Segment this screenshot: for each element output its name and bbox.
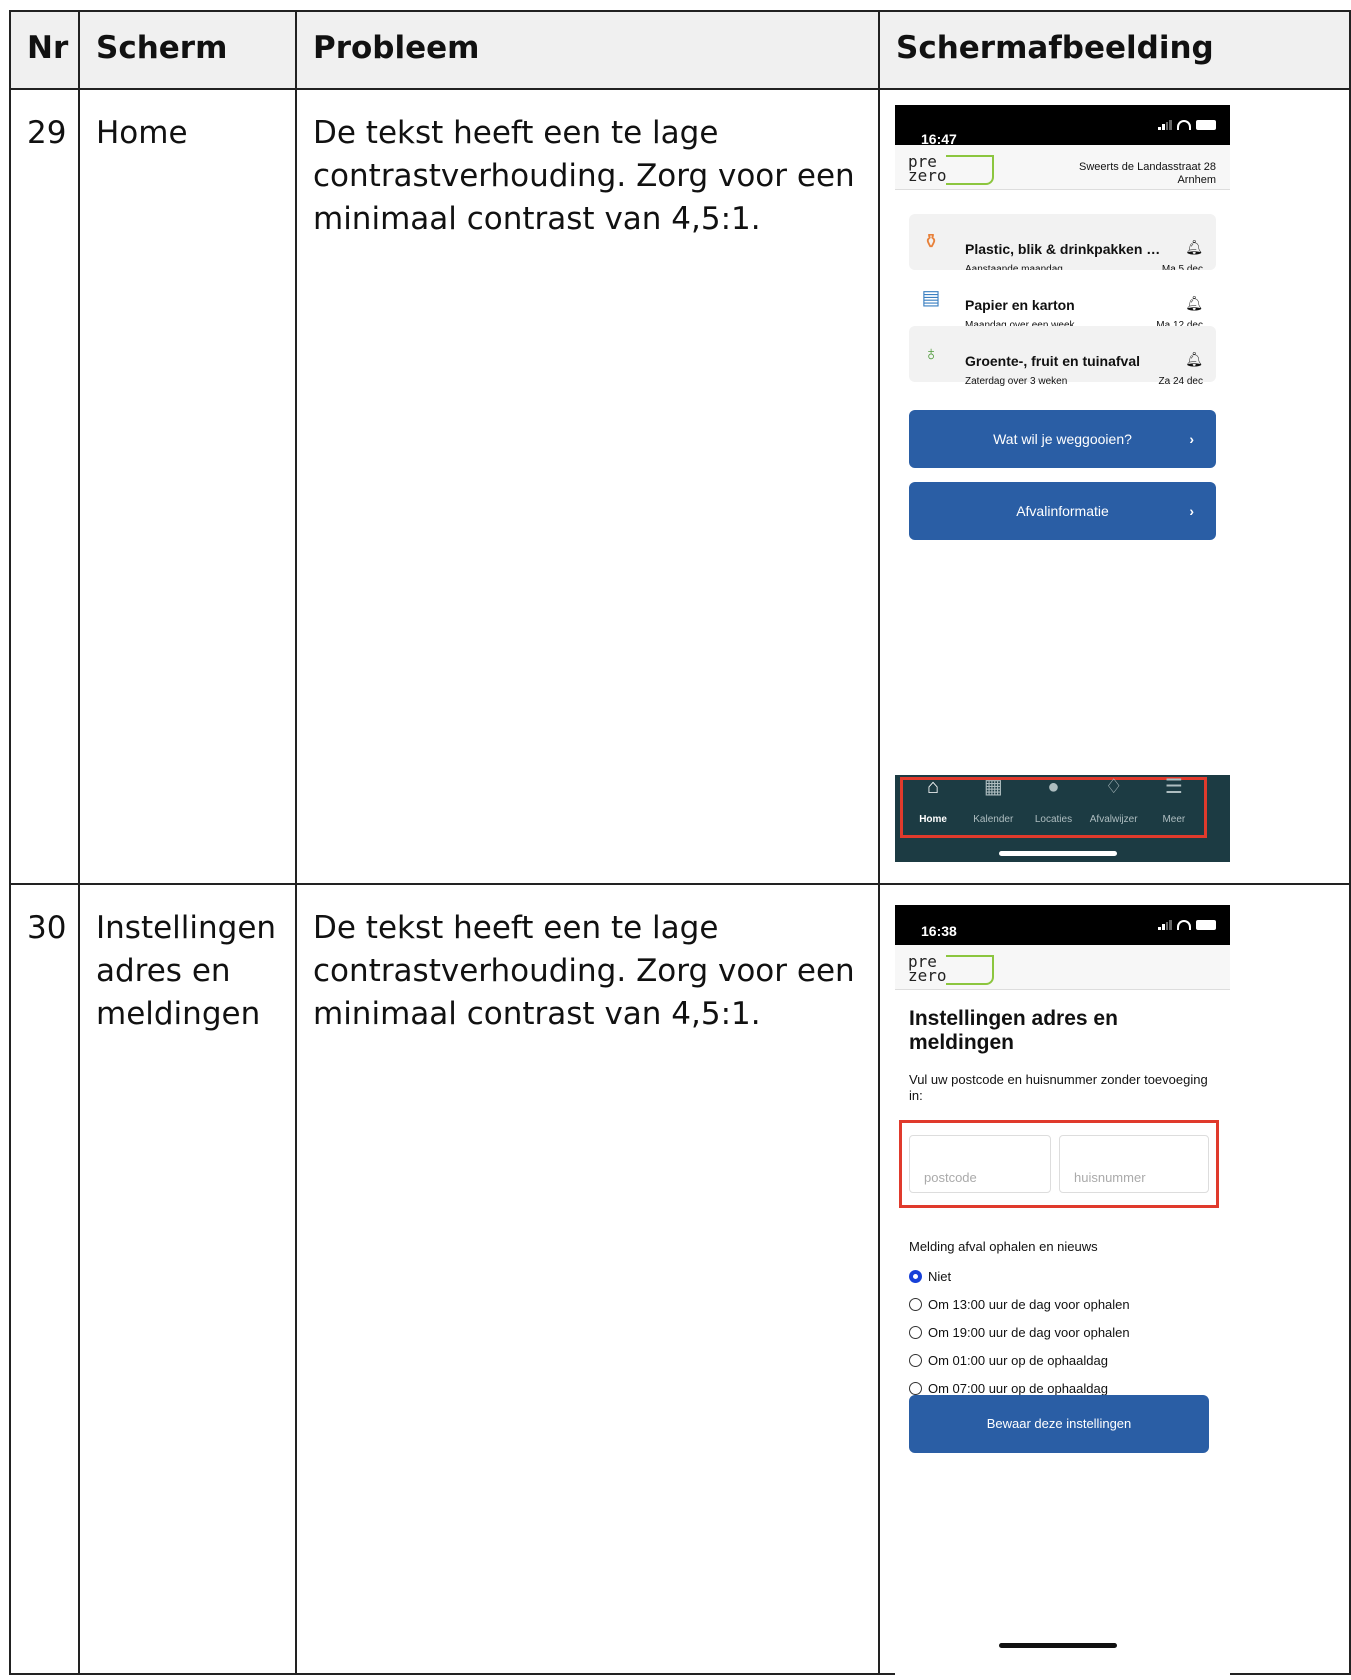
header-row: Nr Scherm Probleem Schermafbeelding [9, 10, 1351, 90]
radio-unselected [909, 1354, 922, 1367]
postcode-input[interactable]: postcode [909, 1135, 1051, 1193]
wifi-icon [1177, 920, 1191, 930]
calendar-icon: ▦ [983, 776, 1003, 798]
table-row: 30 Instellingen adres en meldingen De te… [9, 883, 1351, 1675]
signal-icon [1158, 120, 1172, 130]
save-button[interactable]: Bewaar deze instellingen [909, 1395, 1209, 1453]
radio-unselected [909, 1326, 922, 1339]
settings-screenshot: 16:38 ◂ App Store prezero Instellingen a… [895, 905, 1230, 1675]
card-subtitle: Zaterdag over 3 weken [965, 376, 1068, 387]
tab-locaties[interactable]: ● Locaties [1025, 776, 1081, 841]
home-screenshot: 16:47 pre zero Sweerts de Landasstraat 28… [895, 105, 1230, 862]
table-row: 29 Home De tekst heeft een te lage contr… [9, 88, 1351, 885]
issues-table: Nr Scherm Probleem Schermafbeelding 29 H… [9, 10, 1351, 1675]
tab-home[interactable]: ⌂ Home [905, 776, 961, 841]
home-indicator [999, 1643, 1117, 1648]
row-screenshot: 16:47 pre zero Sweerts de Landasstraat 28… [878, 88, 1351, 885]
header-nr: Nr [9, 10, 80, 90]
apple-core-icon: ♁ [923, 343, 939, 365]
row-scherm: Home [78, 88, 297, 885]
header-scherm: Scherm [78, 10, 297, 90]
contrast-highlight: ⌂ Home ▦ Kalender ● Locaties ♢ Afvalwijzer ☰… [900, 776, 1207, 841]
chevron-right-icon: › [1189, 431, 1194, 447]
row-nr: 29 [9, 88, 80, 885]
address: Sweerts de Landasstraat 28 Arnhem [1079, 161, 1216, 186]
row-probleem: De tekst heeft een te lage contrastverho… [295, 883, 880, 1675]
status-bar: 16:38 ◂ App Store [895, 905, 1230, 955]
battery-icon [1196, 120, 1216, 130]
prezero-logo: pre zero [908, 954, 994, 985]
radio-unselected [909, 1298, 922, 1311]
page-title: Instellingen adres en meldingen [909, 1007, 1118, 1054]
lightbulb-icon: ♢ [1104, 776, 1123, 798]
battery-icon [1196, 920, 1216, 930]
signal-icon [1158, 920, 1172, 930]
row-screenshot: 16:38 ◂ App Store prezero Instellingen a… [878, 883, 1351, 1675]
status-bar: 16:47 [895, 105, 1230, 147]
pickup-card[interactable]: ♁ Groente-, fruit en tuinafval Zaterdag … [909, 326, 1216, 387]
radio-unselected [909, 1382, 922, 1395]
weggooien-button[interactable]: Wat wil je weggooien? › [909, 410, 1216, 468]
plastic-bottles-icon: ⚱ [922, 231, 940, 253]
home-icon: ⌂ [927, 776, 940, 798]
row-scherm: Instellingen adres en meldingen [78, 883, 297, 1675]
paper-box-icon: ▤ [921, 287, 941, 309]
home-indicator [999, 851, 1117, 856]
header-probleem: Probleem [295, 10, 880, 90]
row-probleem: De tekst heeft een te lage contrastverho… [295, 88, 880, 885]
intro-text: Vul uw postcode en huisnummer zonder toe… [909, 1072, 1208, 1103]
row-nr: 30 [9, 883, 80, 1675]
contrast-highlight: postcode huisnummer [899, 1120, 1219, 1208]
location-pin-icon: ● [1047, 776, 1060, 798]
app-header: pre zero [895, 945, 1230, 990]
tab-afvalwijzer[interactable]: ♢ Afvalwijzer [1086, 776, 1142, 841]
afvalinformatie-button[interactable]: Afvalinformatie › [909, 482, 1216, 540]
card-date: Za 24 dec [1158, 376, 1203, 387]
tab-bar: ⌂ Home ▦ Kalender ● Locaties ♢ Afvalwijzer ☰… [895, 775, 1230, 862]
header-schermafbeelding: Schermafbeelding [878, 10, 1351, 90]
wifi-icon [1177, 120, 1191, 130]
radio-selected [909, 1270, 922, 1283]
chevron-right-icon: › [1189, 503, 1194, 519]
list-icon: ☰ [1164, 776, 1183, 798]
prezero-logo: pre zero [908, 154, 994, 185]
huisnummer-input[interactable]: huisnummer [1059, 1135, 1209, 1193]
pickup-card[interactable]: ⚱ Plastic, blik & drinkpakken … Aanstaan… [909, 214, 1216, 275]
app-header: pre zero Sweerts de Landasstraat 28 Arnhem [895, 145, 1230, 190]
pickup-card[interactable]: ▤ Papier en karton Maandag over een week… [909, 270, 1216, 331]
tab-kalender[interactable]: ▦ Kalender [965, 776, 1021, 841]
tab-meer[interactable]: ☰ Meer [1146, 776, 1202, 841]
